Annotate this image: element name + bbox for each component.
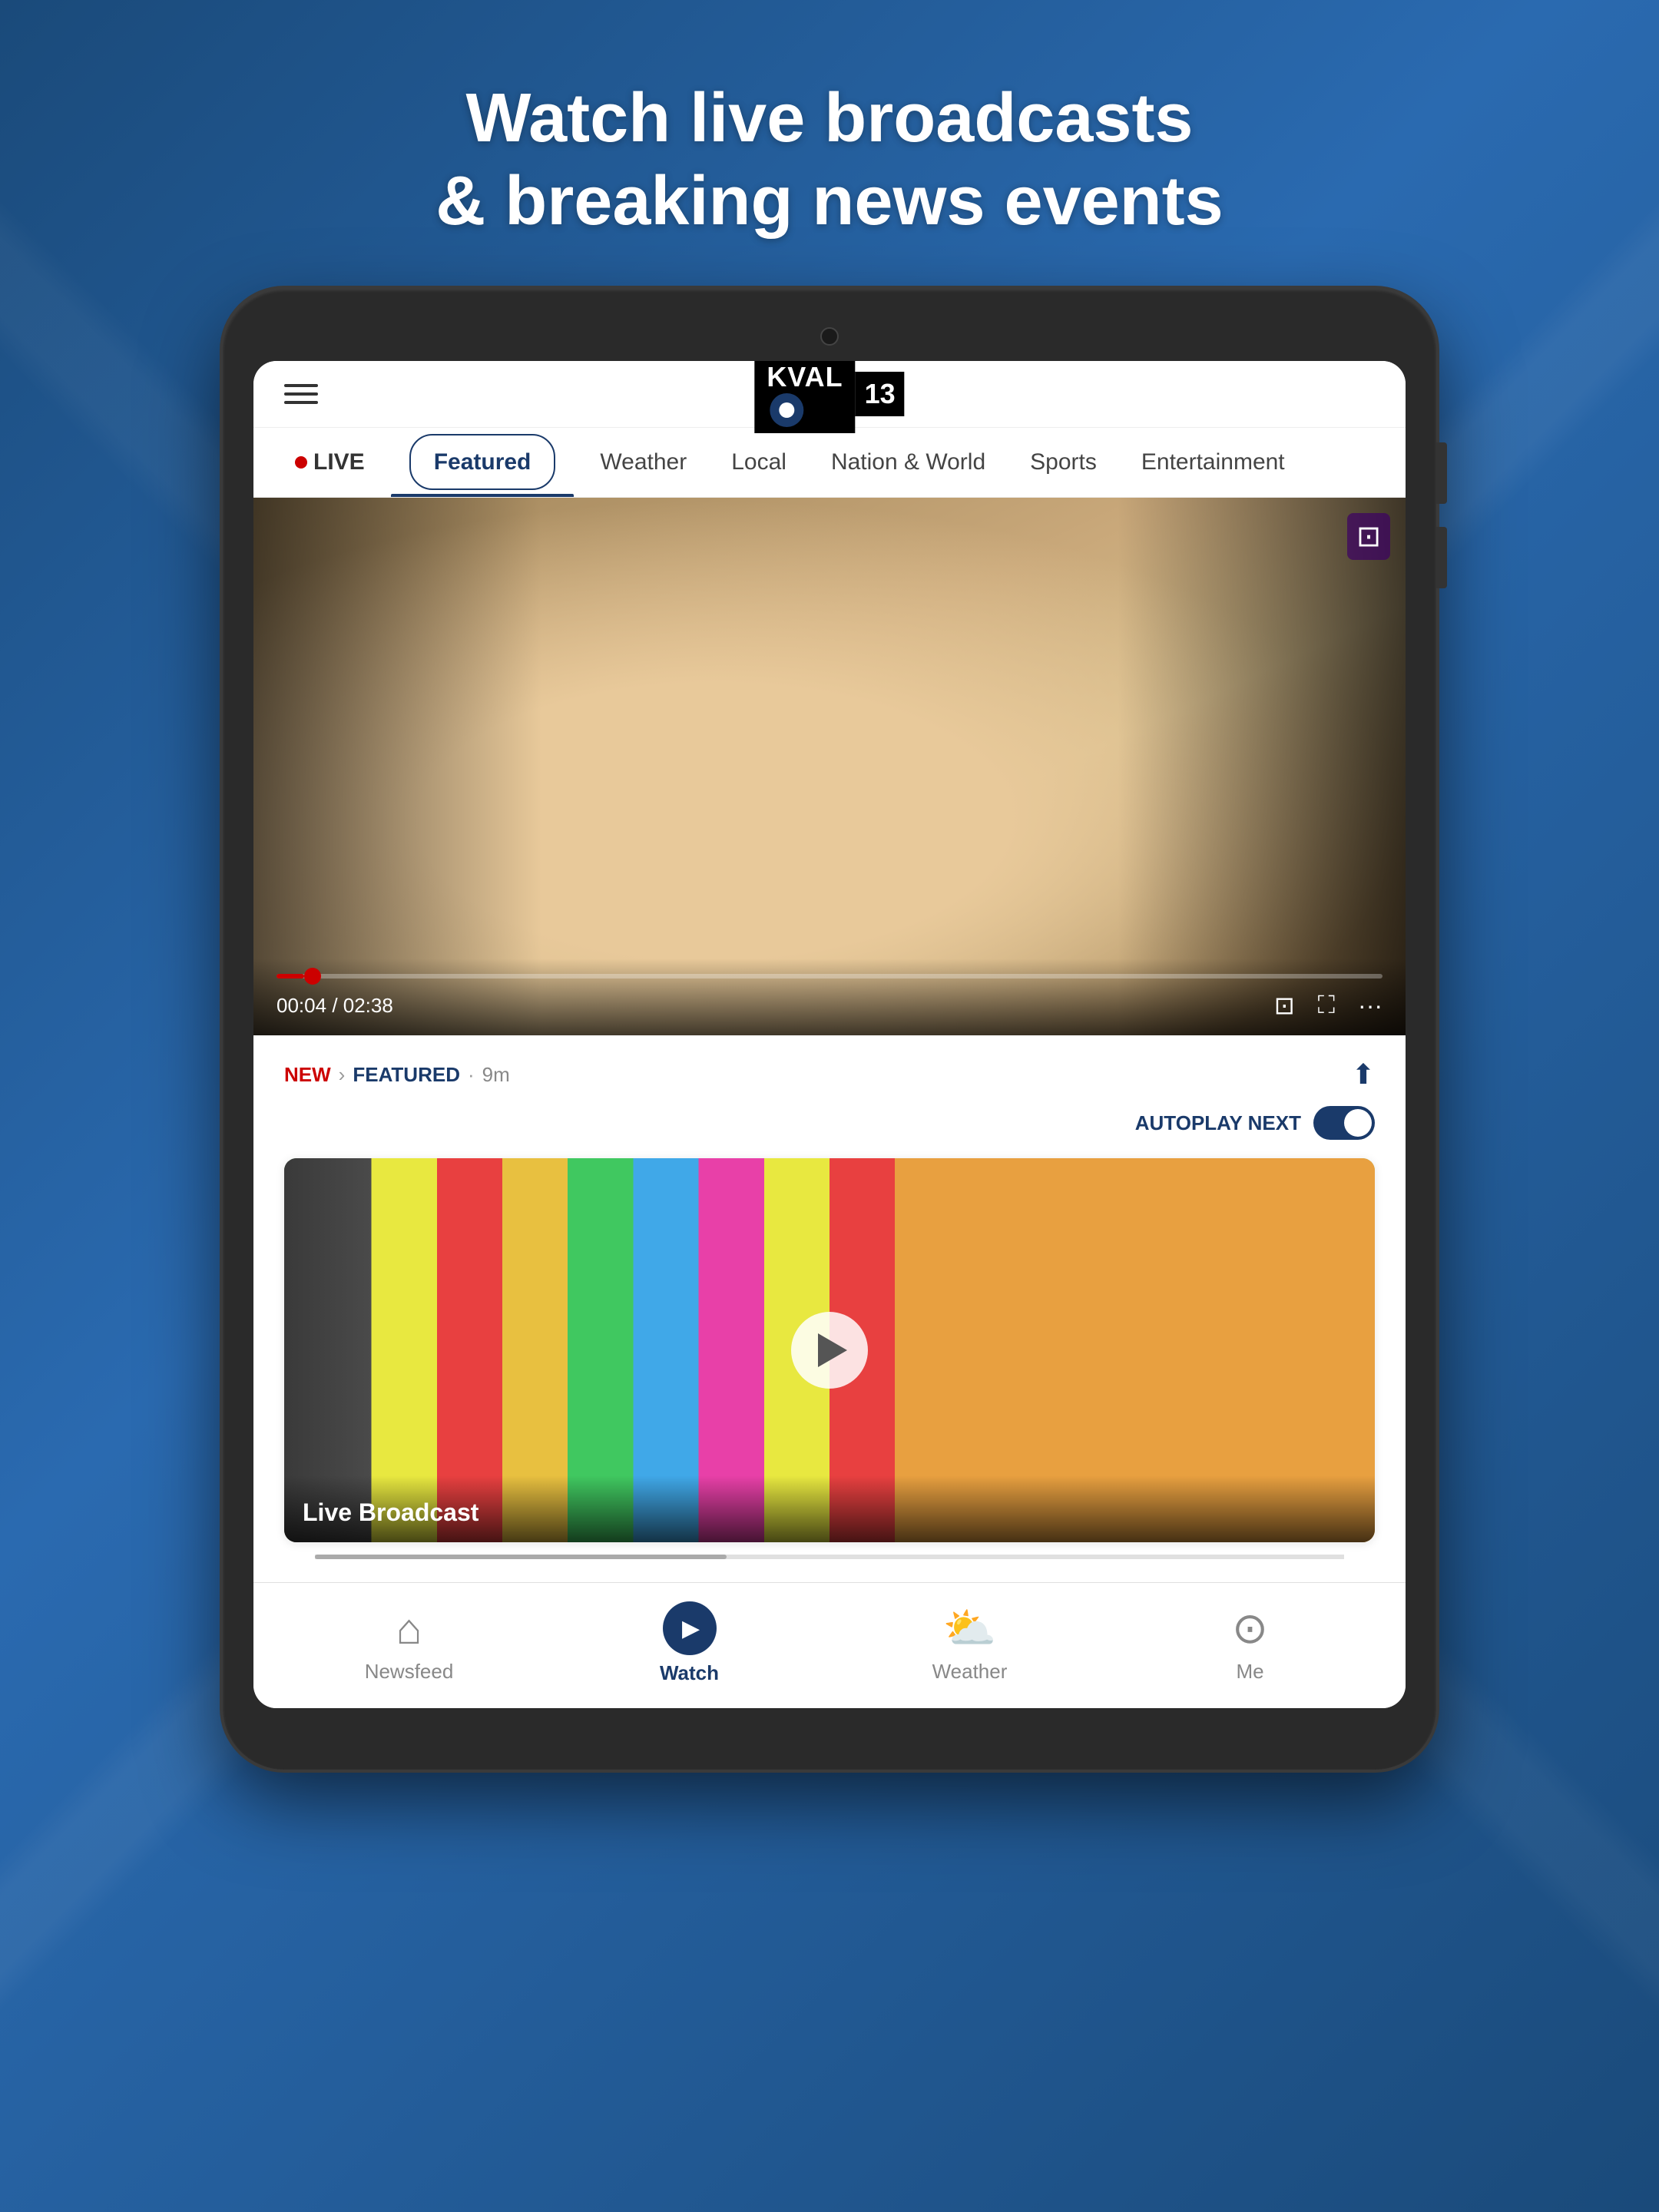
- video-control-buttons: ⊡ ⛶ ···: [1274, 991, 1382, 1020]
- tab-live[interactable]: LIVE: [276, 428, 383, 497]
- newsfeed-label: Newsfeed: [365, 1660, 454, 1684]
- bottom-nav: ⌂ Newsfeed Watch ⛅ Weather ⊙ Me: [253, 1582, 1406, 1708]
- video-content: [253, 498, 1406, 1035]
- scroll-indicator-fill: [315, 1555, 727, 1559]
- tab-weather[interactable]: Weather: [581, 428, 705, 497]
- tablet-top-bar: [253, 327, 1406, 346]
- nav-item-watch[interactable]: Watch: [628, 1601, 751, 1685]
- nav-item-newsfeed[interactable]: ⌂ Newsfeed: [348, 1604, 471, 1684]
- tablet-camera: [820, 327, 839, 346]
- headline-line1: Watch live broadcasts: [466, 80, 1194, 157]
- more-options-button[interactable]: ···: [1358, 992, 1382, 1020]
- logo-eye-icon: [770, 393, 803, 427]
- app-logo: KVAL 13: [754, 361, 904, 433]
- tab-nation-world[interactable]: Nation & World: [813, 428, 1004, 497]
- autoplay-row: AUTOPLAY NEXT: [284, 1106, 1375, 1140]
- time-ago: 9m: [482, 1063, 510, 1087]
- play-button[interactable]: [791, 1312, 868, 1389]
- home-icon: ⌂: [396, 1604, 422, 1654]
- tablet-volume-button: [1436, 527, 1447, 588]
- caption-text: Live Broadcast: [303, 1498, 478, 1526]
- watch-label: Watch: [660, 1661, 719, 1685]
- weather-label: Weather: [932, 1660, 1008, 1684]
- hamburger-line: [284, 401, 318, 404]
- cast-button[interactable]: ⊡: [1347, 513, 1390, 560]
- weather-icon: ⛅: [943, 1603, 997, 1654]
- news-badges: NEW › FEATURED · 9m: [284, 1063, 510, 1087]
- subtitle-button[interactable]: ⊡: [1274, 991, 1295, 1020]
- nav-item-me[interactable]: ⊙ Me: [1189, 1603, 1312, 1684]
- hamburger-line: [284, 392, 318, 396]
- tab-sports[interactable]: Sports: [1012, 428, 1115, 497]
- controls-row: 00:04 / 02:38 ⊡ ⛶ ···: [276, 991, 1382, 1020]
- scroll-indicator: [315, 1555, 1344, 1559]
- news-meta-row: NEW › FEATURED · 9m ⬆: [284, 1058, 1375, 1091]
- hamburger-line: [284, 384, 318, 387]
- tab-featured[interactable]: Featured: [391, 428, 575, 497]
- me-label: Me: [1236, 1660, 1263, 1684]
- nav-tabs: LIVE Featured Weather Local Nation & Wor…: [253, 428, 1406, 498]
- progress-scrubber[interactable]: [304, 968, 321, 985]
- play-triangle-icon: [818, 1333, 847, 1367]
- watch-icon: [663, 1601, 717, 1655]
- share-button[interactable]: ⬆: [1352, 1058, 1375, 1091]
- headline-line2: & breaking news events: [435, 163, 1223, 240]
- live-indicator-dot: [295, 456, 307, 469]
- video-caption: Live Broadcast: [284, 1475, 1375, 1542]
- autoplay-toggle[interactable]: [1313, 1106, 1375, 1140]
- badge-separator: ›: [339, 1063, 346, 1087]
- new-badge: NEW: [284, 1063, 331, 1087]
- tablet-power-button: [1436, 442, 1447, 504]
- progress-fill: [276, 974, 304, 979]
- logo-channel-number: 13: [856, 372, 905, 416]
- video-thumbnail: Live Broadcast: [284, 1158, 1375, 1542]
- tab-entertainment[interactable]: Entertainment: [1123, 428, 1303, 497]
- video-progress-bar[interactable]: [276, 974, 1382, 979]
- video-player[interactable]: ⊡ 00:04 / 02:38 ⊡ ⛶ ···: [253, 498, 1406, 1035]
- logo-kval-text: KVAL: [754, 361, 855, 433]
- video-overlay: [253, 498, 1406, 1035]
- autoplay-label: AUTOPLAY NEXT: [1135, 1111, 1301, 1135]
- profile-icon: ⊙: [1232, 1603, 1268, 1654]
- tab-local[interactable]: Local: [713, 428, 805, 497]
- hamburger-menu-button[interactable]: [284, 384, 318, 404]
- content-area: NEW › FEATURED · 9m ⬆ AUTOPLAY NEXT: [253, 1035, 1406, 1582]
- time-separator: ·: [468, 1063, 475, 1087]
- tablet-screen: KVAL 13 LIVE Featured Weather Local Nati…: [253, 361, 1406, 1708]
- next-video-card[interactable]: Live Broadcast: [284, 1158, 1375, 1542]
- promo-header: Watch live broadcasts & breaking news ev…: [435, 77, 1223, 243]
- tablet-device: KVAL 13 LIVE Featured Weather Local Nati…: [223, 289, 1436, 1770]
- video-time-display: 00:04 / 02:38: [276, 994, 393, 1018]
- app-header: KVAL 13: [253, 361, 1406, 428]
- nav-item-weather[interactable]: ⛅ Weather: [909, 1603, 1031, 1684]
- video-controls: 00:04 / 02:38 ⊡ ⛶ ···: [253, 959, 1406, 1035]
- featured-badge: FEATURED: [353, 1063, 460, 1087]
- fullscreen-button[interactable]: ⛶: [1318, 991, 1335, 1020]
